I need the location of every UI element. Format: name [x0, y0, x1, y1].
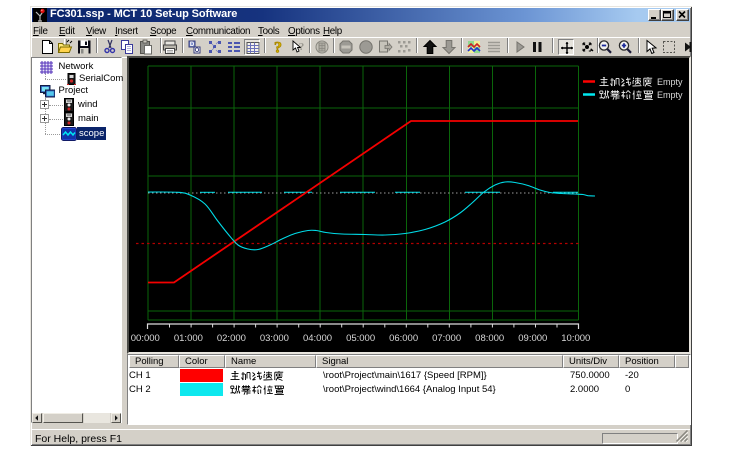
svg-text:01:000: 01:000 — [174, 333, 203, 344]
svg-text:03:000: 03:000 — [260, 333, 289, 344]
svg-text:07:000: 07:000 — [432, 333, 461, 344]
svg-text:04:000: 04:000 — [303, 333, 332, 344]
svg-text:02:000: 02:000 — [217, 333, 246, 344]
svg-text:06:000: 06:000 — [389, 333, 418, 344]
svg-text:00:000: 00:000 — [131, 333, 160, 344]
svg-text:?: ? — [274, 40, 282, 56]
svg-text:10:000: 10:000 — [561, 333, 590, 344]
svg-text:Empty: Empty — [657, 90, 683, 100]
svg-text:09:000: 09:000 — [518, 333, 547, 344]
svg-text:O: O — [194, 48, 199, 54]
svg-text:?: ? — [299, 41, 305, 53]
svg-text:05:000: 05:000 — [346, 333, 375, 344]
svg-text:08:000: 08:000 — [475, 333, 504, 344]
svg-text:Empty: Empty — [657, 77, 683, 87]
